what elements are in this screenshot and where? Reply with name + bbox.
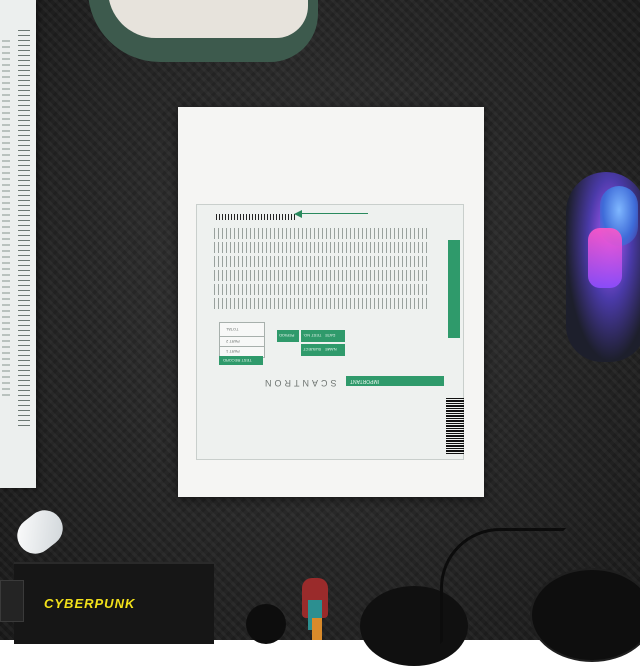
- brand-wordmark: SCANTRON: [262, 378, 337, 388]
- subject-box: SUBJECT: [301, 344, 323, 356]
- test-no-label: TEST NO.: [303, 333, 322, 338]
- inhaler: [10, 503, 70, 561]
- test-record-grid: TOTAL PART 2 PART 1 TEST RECORD PERIOD T…: [219, 322, 347, 366]
- photo-scene: IMPORTANT TOTAL PART 2 PART 1 TEST RECOR…: [0, 0, 640, 666]
- keycap: [0, 580, 24, 622]
- record-title-bar: TEST RECORD: [219, 356, 263, 365]
- important-banner: IMPORTANT: [346, 376, 444, 386]
- name-label: NAME: [325, 347, 337, 352]
- period-label: PERIOD: [279, 333, 295, 338]
- timing-marks-top: [216, 214, 296, 220]
- barcode: [446, 398, 464, 454]
- period-box: PERIOD: [277, 330, 299, 342]
- figurine-base: [246, 604, 286, 644]
- bubble-row-gaps: [214, 228, 428, 310]
- part-1-label: PART 1: [226, 349, 240, 354]
- important-label: IMPORTANT: [350, 378, 379, 384]
- mouse-led-pink: [588, 228, 622, 288]
- total-label: TOTAL: [226, 327, 239, 332]
- subject-label: SUBJECT: [303, 347, 322, 352]
- paper-stack: [0, 0, 36, 488]
- figurine-accent: [312, 618, 322, 640]
- date-label: DATE: [325, 333, 336, 338]
- paper-strip: [2, 40, 10, 400]
- feed-arrow-line: [298, 213, 368, 214]
- feed-arrow-icon: [294, 210, 302, 218]
- test-no-box: TEST NO.: [301, 330, 323, 342]
- cloth-lining: [108, 0, 308, 38]
- headset: [530, 568, 640, 662]
- part-2-label: PART 2: [226, 339, 240, 344]
- name-box: NAME: [323, 344, 345, 356]
- keyboard-brand-logo: CYBERPUNK: [44, 596, 136, 611]
- test-record-label: TEST RECORD: [223, 358, 252, 363]
- date-box: DATE: [323, 330, 345, 342]
- timing-marks: [18, 30, 30, 430]
- form-side-banner: [448, 240, 460, 338]
